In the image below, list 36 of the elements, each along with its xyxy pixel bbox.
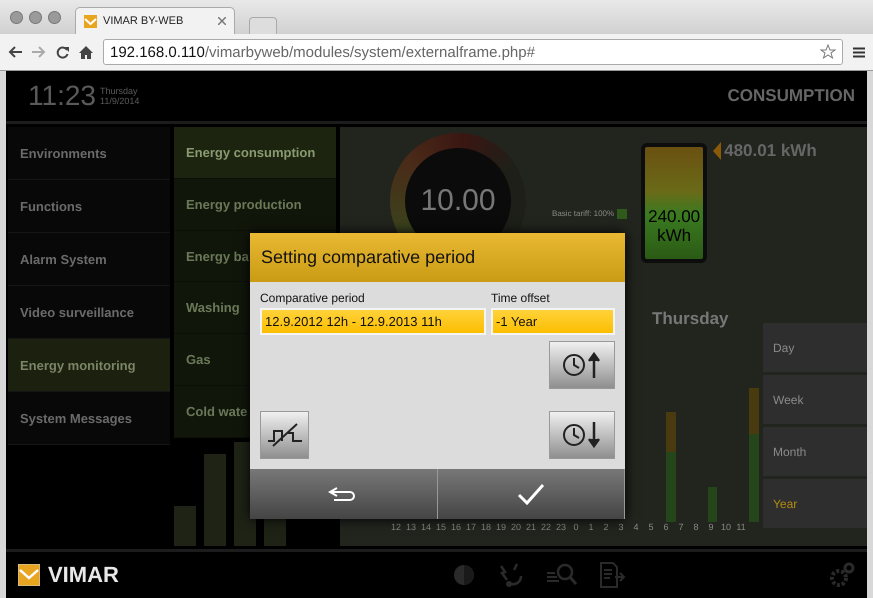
hour-label: 3 [617, 522, 624, 532]
hour-label: 10 [720, 522, 732, 532]
hour-label: 22 [540, 522, 552, 532]
hour-label: 15 [435, 522, 447, 532]
hour-label: 20 [510, 522, 522, 532]
hour-label: 7 [677, 522, 684, 532]
page-title: CONSUMPTION [728, 86, 855, 106]
tariff-label: Basic tariff: 100% [552, 209, 614, 218]
hour-label: 16 [450, 522, 462, 532]
hour-label: 23 [555, 522, 567, 532]
hour-label: 1 [587, 522, 594, 532]
battery-meter: 240.00 kWh [641, 143, 708, 263]
total-reading: 480.01 kWh [724, 141, 817, 161]
hour-label: 12 [390, 522, 402, 532]
hour-label: 14 [420, 522, 432, 532]
hour-label: 2 [602, 522, 610, 532]
hour-label: 5 [647, 522, 654, 532]
hour-label: 17 [465, 522, 477, 532]
field-label: Time offset [491, 291, 551, 305]
hour-label: 18 [480, 522, 492, 532]
brand-name: VIMAR [48, 562, 119, 588]
date: 11/9/2014 [100, 96, 140, 106]
weekday: Thursday [100, 86, 139, 96]
hour-label: 8 [692, 522, 700, 532]
day-label: Thursday [652, 309, 730, 329]
clock-time: 11:23 [28, 80, 96, 112]
hour-label: 11 [735, 522, 747, 532]
hour-label: 13 [405, 522, 417, 532]
hour-label: 0 [572, 522, 580, 532]
field-label: Comparative period [260, 291, 366, 305]
hour-label: 21 [525, 522, 537, 532]
hour-label: 9 [707, 522, 714, 532]
dialog-title: Setting comparative period [250, 233, 625, 282]
hour-label: 4 [632, 522, 640, 532]
hour-label: 6 [662, 522, 670, 532]
hour-label: 19 [495, 522, 507, 532]
